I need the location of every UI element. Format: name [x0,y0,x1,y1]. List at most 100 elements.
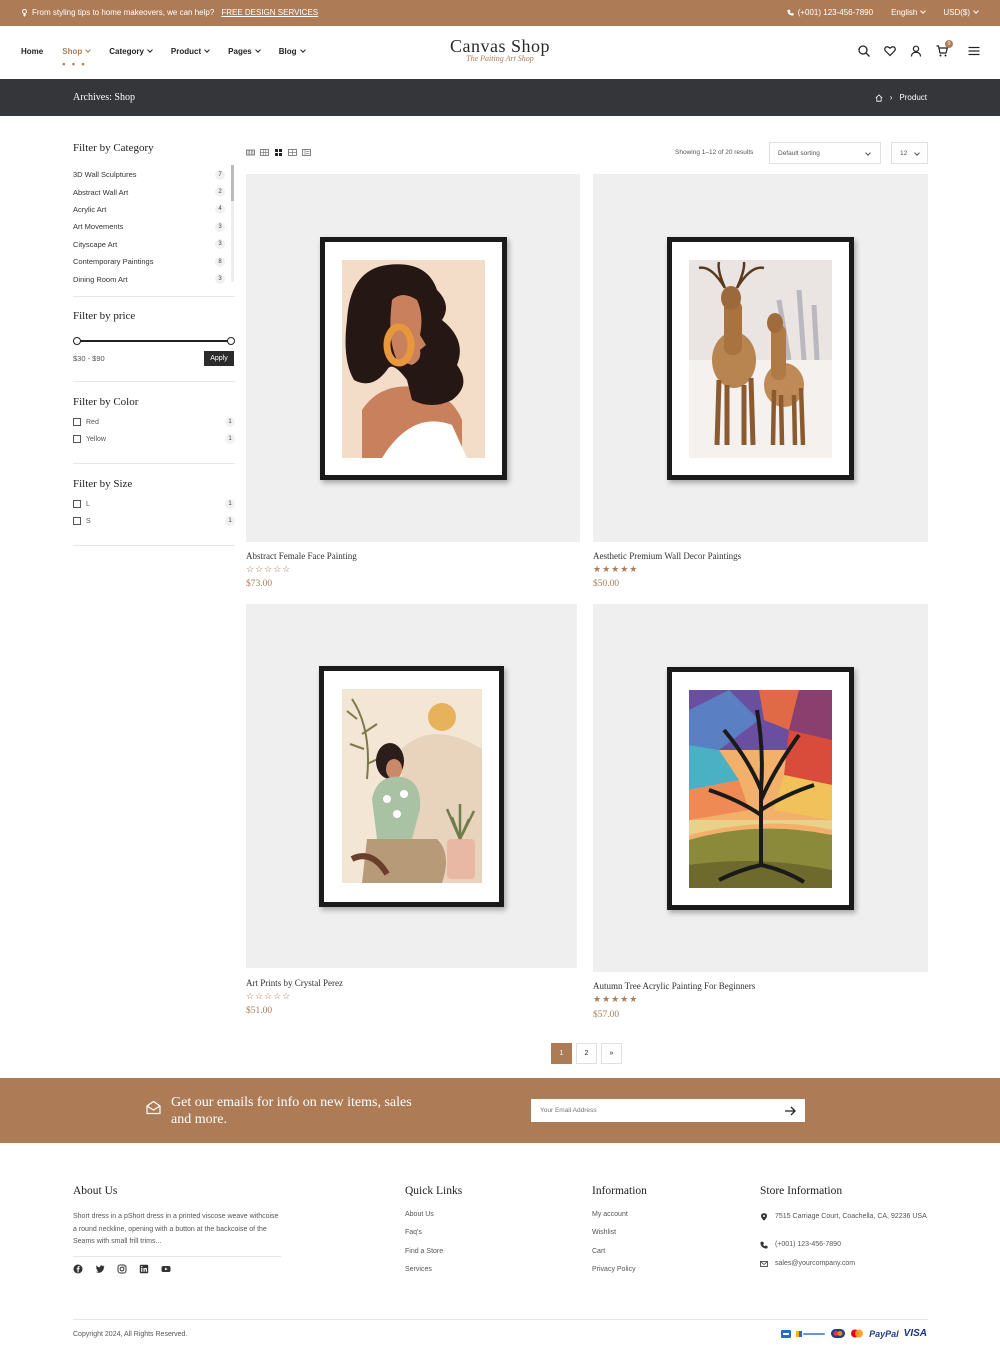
heart-icon[interactable] [884,45,896,57]
nav-label: Category [109,47,144,56]
nav-pages[interactable]: Pages [228,46,261,56]
phone-contact[interactable]: (+001) 123-456-7890 [787,8,873,17]
nav-label: Pages [228,47,252,56]
language-select[interactable]: English [891,8,927,17]
category-item[interactable]: Cityscape Art 3 [73,236,225,253]
product-image[interactable] [593,174,928,542]
search-icon[interactable] [858,45,870,57]
arrow-right-icon[interactable] [784,1105,796,1117]
store-email[interactable]: sales@yourcompany.com [760,1259,855,1268]
page-1-button[interactable]: 1 [551,1043,572,1064]
cart-button[interactable]: 0 [936,40,953,57]
category-count: 8 [215,256,225,267]
apply-button[interactable]: Apply [204,351,234,366]
category-label: 3D Wall Sculptures [73,170,137,180]
sort-select[interactable]: Default sorting [769,142,881,164]
grid-view-3-icon[interactable] [260,148,269,157]
linkedin-icon[interactable] [139,1264,149,1274]
grid-view-4-icon[interactable] [288,148,297,157]
category-item[interactable]: Dining Room Art 3 [73,270,225,287]
footer-link-wishlist[interactable]: Wishlist [592,1229,647,1247]
category-item[interactable]: Acrylic Art 4 [73,201,225,218]
product-name[interactable]: Abstract Female Face Painting [246,551,357,561]
category-label: Dining Room Art [73,274,128,284]
nav-blog[interactable]: Blog [279,46,306,56]
next-page-button[interactable]: » [601,1043,622,1064]
checkbox[interactable] [73,418,81,426]
frame-mat [325,242,502,475]
category-item[interactable]: Contemporary Paintings 8 [73,253,225,270]
paypal-logo: PayPal [869,1328,899,1339]
product-card[interactable]: Abstract Female Face Painting ☆☆☆☆☆ $73.… [246,174,580,594]
price-min-handle[interactable] [73,337,81,345]
footer-link-my-account[interactable]: My account [592,1211,647,1229]
nav-product[interactable]: Product [170,46,210,56]
product-image[interactable] [246,604,577,968]
site-logo[interactable]: Canvas Shop The Paiting Art Shop [448,36,552,70]
price-max-handle[interactable] [227,337,235,345]
store-phone[interactable]: (+001) 123-456-7890 [760,1240,841,1249]
nav-category[interactable]: Category [109,46,153,56]
list-view-icon[interactable] [302,148,311,157]
price-slider[interactable] [73,337,235,345]
nav-shop[interactable]: Shop • • • [62,46,92,69]
product-name[interactable]: Autumn Tree Acrylic Painting For Beginne… [593,981,755,991]
footer-link-services[interactable]: Services [405,1266,462,1284]
free-design-services-link[interactable]: FREE DESIGN SERVICES [221,8,318,17]
quick-links-list: About Us Faq's Find a Store Services [405,1211,462,1284]
footer-link-faqs[interactable]: Faq's [405,1229,462,1247]
category-label: Art Movements [73,222,124,232]
category-item[interactable]: Abstract Wall Art 2 [73,183,225,200]
checkbox[interactable] [73,500,81,508]
page-2-button[interactable]: 2 [576,1043,597,1064]
product-card[interactable]: Aesthetic Premium Wall Decor Paintings ★… [593,174,928,594]
autumn-tree-art [689,690,832,888]
per-page-label: 12 [900,150,908,157]
product-name[interactable]: Aesthetic Premium Wall Decor Paintings [593,551,741,561]
footer-link-cart[interactable]: Cart [592,1248,647,1266]
product-image[interactable] [246,174,580,542]
product-image[interactable] [593,604,928,972]
divider [73,1256,281,1257]
instagram-icon[interactable] [117,1264,127,1274]
youtube-icon[interactable] [161,1264,171,1274]
footer-link-privacy[interactable]: Privacy Policy [592,1266,647,1284]
product-card[interactable]: Autumn Tree Acrylic Painting For Beginne… [593,604,928,1028]
category-item[interactable]: 3D Wall Sculptures 7 [73,166,225,183]
home-icon[interactable] [875,93,883,102]
per-page-select[interactable]: 12 [891,142,928,164]
size-option-l[interactable]: L1 [73,499,235,509]
color-count: 1 [225,417,235,427]
color-option-red[interactable]: Red 1 [73,417,235,427]
size-label: L [86,500,90,508]
twitter-icon[interactable] [95,1264,105,1274]
breadcrumb-current: Product [899,93,927,102]
checkbox[interactable] [73,435,81,443]
checkbox[interactable] [73,517,81,525]
facebook-icon[interactable] [73,1264,83,1274]
grid-view-5-icon[interactable] [246,148,255,157]
currency-select[interactable]: USD($) [943,8,979,17]
footer-link-find-store[interactable]: Find a Store [405,1248,462,1266]
social-links [73,1264,171,1274]
menu-icon[interactable] [968,45,980,57]
filter-color-title: Filter by Color [73,396,139,408]
nav-home[interactable]: Home [21,47,43,56]
size-option-s[interactable]: S1 [73,516,235,526]
category-scrollbar[interactable] [231,165,234,282]
category-item[interactable]: Art Movements 3 [73,218,225,235]
product-card[interactable]: Art Prints by Crystal Perez ☆☆☆☆☆ $51.00 [246,604,577,1024]
footer-link-about[interactable]: About Us [405,1211,462,1229]
grid-view-2-icon[interactable] [274,148,283,157]
email-input[interactable] [531,1099,805,1122]
color-option-yellow[interactable]: Yellow 1 [73,434,235,444]
scrollbar-thumb[interactable] [231,165,234,201]
size-count: 1 [225,499,235,509]
user-icon[interactable] [910,45,922,57]
promo-text: From styling tips to home makeovers, we … [32,8,215,17]
info-links-list: My account Wishlist Cart Privacy Policy [592,1211,647,1284]
category-label: Abstract Wall Art [73,187,129,197]
currency-label: USD($) [943,8,970,17]
nav-label: Product [170,47,202,56]
product-name[interactable]: Art Prints by Crystal Perez [246,978,343,988]
